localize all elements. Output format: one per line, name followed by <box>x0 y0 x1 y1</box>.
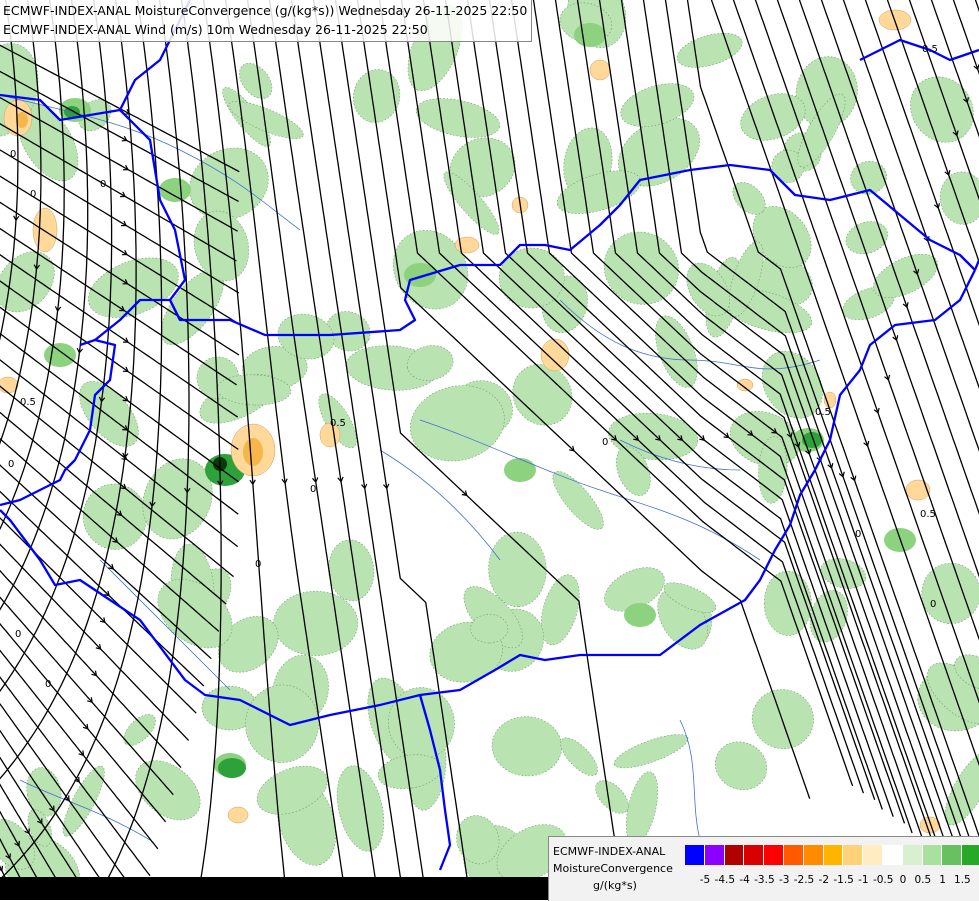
convergence-area-strong <box>218 758 246 778</box>
divergence-area <box>228 807 248 823</box>
legend-tick: -3 <box>779 874 789 886</box>
legend-tick: -1.5 <box>833 874 854 886</box>
legend-ticks: -5-4.5-4-3.5-3-2.5-2-1.5-1-0.500.511.52 <box>685 874 979 888</box>
convergence-area-moderate <box>44 343 76 367</box>
legend-swatch <box>725 845 745 865</box>
legend-swatch <box>923 845 943 865</box>
contour-label: 0.5 <box>815 408 831 418</box>
legend-swatch <box>705 845 725 865</box>
convergence-area <box>471 614 508 643</box>
divergence-area <box>541 339 569 371</box>
legend-variable: MoistureConvergence <box>553 862 673 875</box>
contour-label: 0 <box>100 180 106 190</box>
convergence-area-moderate <box>504 458 536 482</box>
legend-tick: -2 <box>819 874 829 886</box>
legend-tick: -5 <box>700 874 710 886</box>
legend-model: ECMWF-INDEX-ANAL <box>553 845 665 858</box>
contour-label: 0.5 <box>330 419 346 429</box>
legend-swatch <box>942 845 962 865</box>
convergence-area-moderate <box>574 23 606 47</box>
black-strip <box>0 877 548 900</box>
contour-label: 0 <box>10 150 16 160</box>
legend-swatch <box>764 845 784 865</box>
legend-tick: -4 <box>739 874 749 886</box>
contour-label: 0 <box>45 680 51 690</box>
contour-label: 0 <box>15 630 21 640</box>
legend-swatch <box>824 845 844 865</box>
legend-swatch <box>784 845 804 865</box>
contour-label: 0 <box>255 560 261 570</box>
contour-label: 0 <box>602 438 608 448</box>
map-title-box: ECMWF-INDEX-ANAL MoistureConvergence (g/… <box>0 0 532 42</box>
legend-swatch <box>883 845 903 865</box>
divergence-area <box>590 60 610 80</box>
contour-label: 0 <box>930 600 936 610</box>
legend-tick: -2.5 <box>794 874 815 886</box>
contour-label: 0 <box>8 460 14 470</box>
color-legend: ECMWF-INDEX-ANAL MoistureConvergence g/(… <box>548 836 979 901</box>
legend-swatch <box>843 845 863 865</box>
contour-label: 0.5 <box>20 398 36 408</box>
legend-unit: g/(kg*s) <box>593 879 637 892</box>
title-moisture-convergence: ECMWF-INDEX-ANAL MoistureConvergence (g/… <box>3 1 527 20</box>
legend-tick: 0.5 <box>914 874 931 886</box>
contour-label: 0 <box>855 530 861 540</box>
title-wind: ECMWF-INDEX-ANAL Wind (m/s) 10m Wednesda… <box>3 20 527 39</box>
contour-label: 0 <box>30 190 36 200</box>
legend-tick: -3.5 <box>754 874 775 886</box>
divergence-area <box>33 208 57 252</box>
divergence-area-moderate <box>243 438 263 466</box>
contour-label: 0.5 <box>922 45 938 55</box>
convergence-area <box>274 591 358 655</box>
legend-swatch <box>863 845 883 865</box>
divergence-area <box>455 237 479 253</box>
legend-swatch <box>685 845 705 865</box>
legend-tick: -0.5 <box>873 874 894 886</box>
legend-swatch <box>804 845 824 865</box>
weather-map <box>0 0 979 900</box>
legend-tick: -1 <box>858 874 868 886</box>
legend-tick: 1.5 <box>954 874 971 886</box>
legend-swatches <box>685 845 979 865</box>
legend-swatch <box>962 845 979 865</box>
legend-tick: 0 <box>900 874 907 886</box>
legend-swatch <box>903 845 923 865</box>
contour-label: 0 <box>310 485 316 495</box>
convergence-area-moderate <box>624 603 656 627</box>
contour-label: 0.5 <box>920 510 936 520</box>
divergence-area <box>737 379 753 391</box>
legend-tick: -4.5 <box>715 874 736 886</box>
legend-swatch <box>744 845 764 865</box>
legend-tick: 1 <box>939 874 946 886</box>
